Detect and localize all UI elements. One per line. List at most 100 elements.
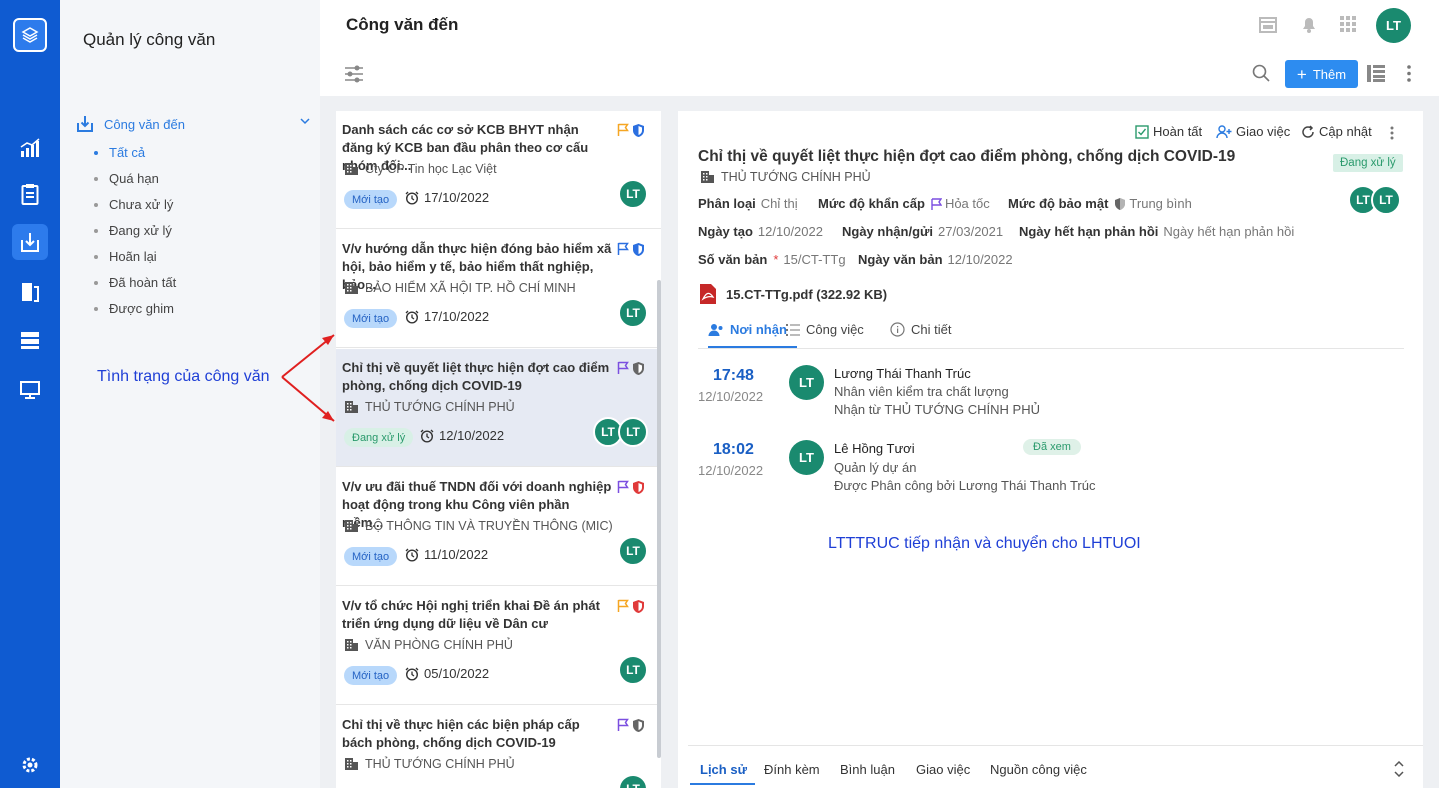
complete-button[interactable]: Hoàn tất (1135, 124, 1202, 139)
more-vertical-icon[interactable] (1406, 65, 1412, 82)
tab-history[interactable]: Lịch sử (690, 762, 755, 785)
app-logo-icon[interactable] (13, 18, 47, 52)
flag-icon[interactable] (617, 480, 629, 493)
status-badge: Mới tạo (344, 309, 398, 328)
flag-icon[interactable] (617, 361, 629, 374)
timeline-name: Lương Thái Thanh Trúc (834, 366, 971, 381)
flag-icon[interactable] (617, 718, 629, 731)
flag-icon[interactable] (617, 599, 629, 612)
seen-badge: Đã xem (1023, 439, 1081, 455)
clipboard-icon[interactable] (12, 176, 48, 212)
shield-icon (1115, 197, 1126, 210)
attachment-file[interactable]: 15.CT-TTg.pdf (322.92 KB) (698, 283, 887, 305)
building-icon (345, 639, 358, 651)
tab-comments[interactable]: Bình luận (840, 762, 895, 777)
timeline-avatar: LT (789, 365, 824, 400)
card-date: 11/10/2022 (405, 547, 488, 562)
card-org-name: BẢO HIỂM XÃ HỘI TP. HỒ CHÍ MINH (365, 280, 576, 295)
card-avatar[interactable]: LT (618, 417, 648, 447)
card-flags (617, 480, 645, 495)
expand-collapse-icon[interactable] (1394, 761, 1404, 777)
apps-grid-icon[interactable] (1339, 15, 1357, 33)
document-card[interactable]: Chỉ thị về quyết liệt thực hiện đợt cao … (336, 349, 661, 467)
tab-attachments[interactable]: Đính kèm (764, 762, 820, 777)
archive-icon[interactable] (12, 322, 48, 358)
document-card[interactable]: Danh sách các cơ sở KCB BHYT nhận đăng k… (336, 111, 661, 229)
list-view-icon[interactable] (1367, 65, 1385, 82)
more-vertical-icon[interactable] (1389, 126, 1395, 140)
card-org: BẢO HIỂM XÃ HỘI TP. HỒ CHÍ MINH (344, 280, 576, 295)
status-badge: Đang xử lý (344, 428, 414, 447)
card-flags (617, 242, 645, 257)
document-card[interactable]: Chỉ thị về thực hiện các biện pháp cấp b… (336, 706, 661, 788)
list-scrollbar[interactable] (657, 280, 661, 758)
document-card[interactable]: V/v ưu đãi thuế TNDN đối với doanh nghiệ… (336, 468, 661, 586)
tab-tasks[interactable]: Công việc (786, 322, 864, 337)
card-flags (617, 718, 645, 733)
shield-icon[interactable] (632, 242, 645, 257)
chart-icon[interactable] (12, 130, 48, 166)
building-icon (345, 520, 358, 532)
timeline-role: Quản lý dự án (834, 460, 917, 475)
user-avatar[interactable]: LT (1376, 8, 1411, 43)
tab-source[interactable]: Nguồn công việc (990, 762, 1087, 777)
shield-icon[interactable] (632, 123, 645, 138)
field-doc-date: Ngày văn bản 12/10/2022 (858, 252, 1013, 267)
card-org-name: THỦ TƯỚNG CHÍNH PHỦ (365, 399, 515, 414)
filter-sliders-icon[interactable] (344, 65, 364, 83)
calendar-icon[interactable] (1258, 14, 1278, 34)
status-badge: Mới tạo (344, 190, 398, 209)
search-icon[interactable] (1252, 64, 1270, 82)
list-icon (786, 323, 800, 336)
flag-icon[interactable] (617, 242, 629, 255)
bottom-tabs: Lịch sử Đính kèm Bình luận Giao việc Ngu… (688, 745, 1423, 788)
sidebar-item-completed[interactable]: Đã hoàn tất (93, 275, 176, 290)
building-icon (345, 282, 358, 294)
card-org: THỦ TƯỚNG CHÍNH PHỦ (344, 756, 515, 771)
assign-button[interactable]: Giao việc (1216, 124, 1290, 139)
assignee-avatar[interactable]: LT (1371, 185, 1401, 215)
card-avatar[interactable]: LT (618, 655, 648, 685)
settings-gear-icon[interactable] (12, 747, 48, 783)
timeline-role: Nhân viên kiểm tra chất lượng (834, 384, 1009, 399)
sidebar-item-overdue[interactable]: Quá hạn (94, 171, 159, 186)
card-avatar[interactable]: LT (618, 774, 648, 788)
inbox-doc-icon[interactable] (12, 224, 48, 260)
timeline-name: Lê Hồng Tươi (834, 441, 915, 456)
add-button[interactable]: + Thêm (1285, 60, 1358, 88)
shield-icon[interactable] (632, 361, 645, 376)
shield-icon[interactable] (632, 718, 645, 733)
card-avatar[interactable]: LT (618, 298, 648, 328)
pdf-icon (700, 284, 716, 304)
building-icon (345, 163, 358, 175)
tab-recipients[interactable]: Nơi nhận (708, 322, 797, 348)
timeline-note: Được Phân công bởi Lương Thái Thanh Trúc (834, 478, 1096, 493)
outgoing-doc-icon[interactable] (12, 274, 48, 310)
shield-icon[interactable] (632, 480, 645, 495)
document-card[interactable]: V/v tổ chức Hội nghị triển khai Đề án ph… (336, 587, 661, 705)
field-created-date: Ngày tạo 12/10/2022 (698, 224, 823, 239)
card-date: 12/10/2022 (420, 428, 504, 443)
card-avatar[interactable]: LT (618, 536, 648, 566)
bell-icon[interactable] (1299, 14, 1319, 34)
timeline-date: 12/10/2022 (698, 463, 764, 478)
update-button[interactable]: Cập nhật (1301, 124, 1372, 139)
shield-icon[interactable] (632, 599, 645, 614)
sidebar-item-all[interactable]: Tất cả (93, 145, 145, 160)
tab-assign[interactable]: Giao việc (916, 762, 970, 777)
sidebar-item-unprocessed[interactable]: Chưa xử lý (93, 197, 173, 212)
building-icon (345, 758, 358, 770)
monitor-icon[interactable] (12, 372, 48, 408)
card-org-name: Cty CP Tin học Lạc Việt (365, 161, 497, 176)
sidebar-item-postponed[interactable]: Hoãn lại (94, 249, 157, 264)
card-avatar[interactable]: LT (618, 179, 648, 209)
sidebar-item-processing[interactable]: Đang xử lý (94, 223, 172, 238)
document-card[interactable]: V/v hướng dẫn thực hiện đóng bảo hiểm xã… (336, 230, 661, 348)
annotation-arrows (281, 334, 335, 422)
tab-details[interactable]: Chi tiết (890, 322, 951, 337)
chevron-down-icon[interactable] (299, 115, 311, 127)
flag-icon[interactable] (617, 123, 629, 136)
sidebar-group-incoming[interactable]: Công văn đến (76, 113, 311, 135)
sidebar-item-pinned[interactable]: Được ghim (94, 301, 174, 316)
required-mark: * (773, 252, 779, 267)
